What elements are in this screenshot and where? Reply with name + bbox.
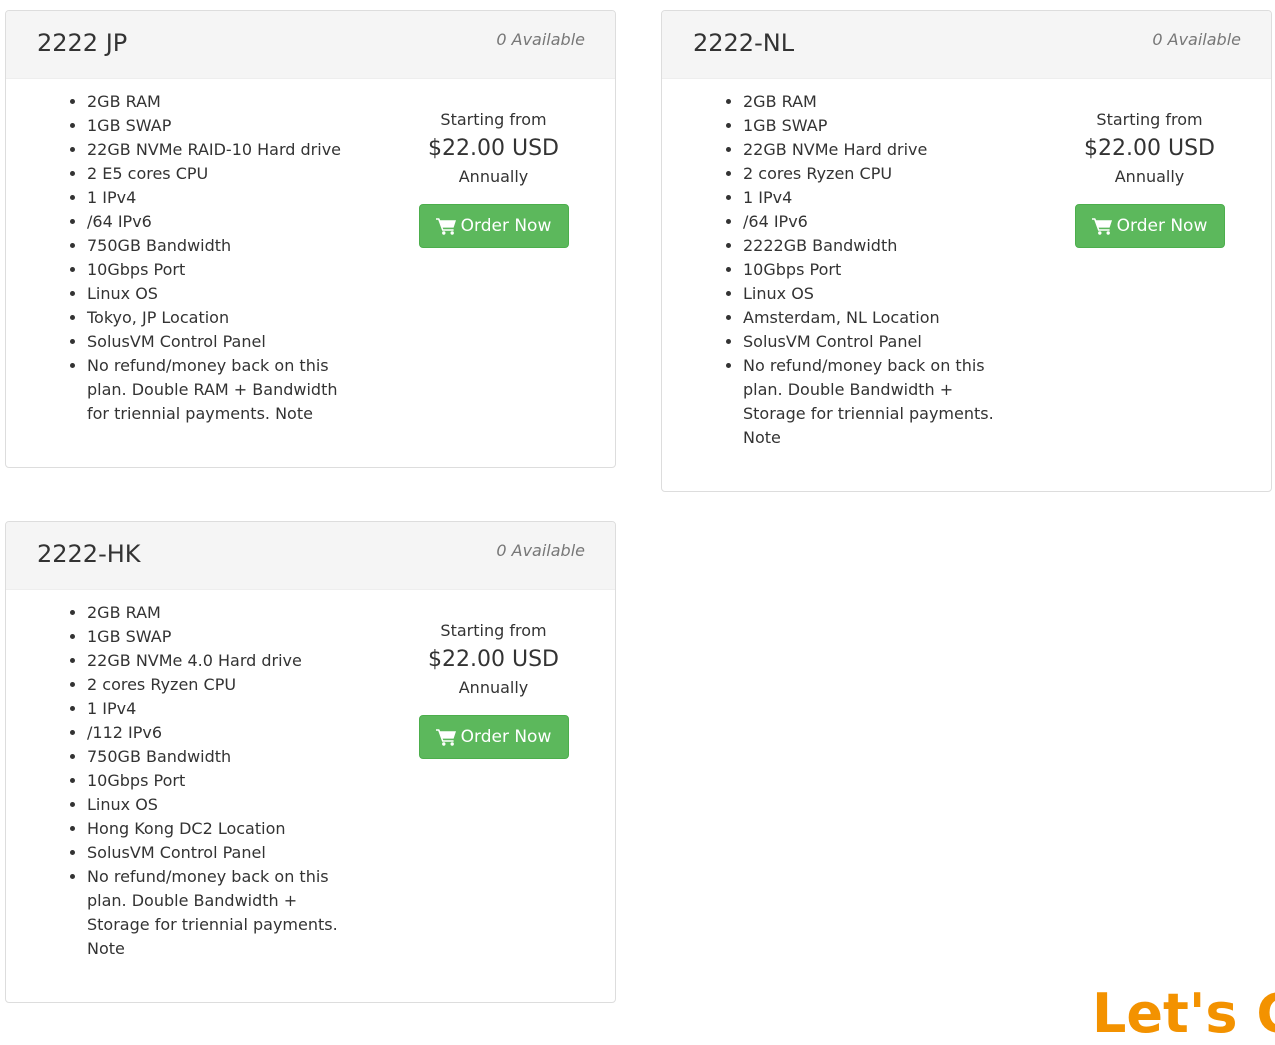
feature-item: 2 E5 cores CPU <box>87 162 346 186</box>
product-card-2222-hk: 2222-HK 0 Available 2GB RAM 1GB SWAP 22G… <box>5 521 616 1003</box>
price-prefix: Starting from <box>1096 110 1203 129</box>
feature-item: Hong Kong DC2 Location <box>87 817 346 841</box>
feature-item: 2 cores Ryzen CPU <box>743 162 1002 186</box>
feature-item: 2GB RAM <box>743 90 1002 114</box>
price-prefix: Starting from <box>440 621 547 640</box>
feature-item: 2 cores Ryzen CPU <box>87 673 346 697</box>
price-amount: $22.00 USD <box>1084 136 1215 161</box>
product-card-header: 2222-HK 0 Available <box>6 522 615 590</box>
order-now-label: Order Now <box>1116 216 1208 236</box>
product-title: 2222-HK <box>37 540 141 568</box>
feature-item: 1GB SWAP <box>87 114 346 138</box>
feature-item: No refund/money back on this plan. Doubl… <box>87 354 346 426</box>
order-now-button[interactable]: Order Now <box>418 715 569 759</box>
billing-cycle: Annually <box>458 678 529 697</box>
feature-item: 22GB NVMe 4.0 Hard drive <box>87 649 346 673</box>
availability-badge: 0 Available <box>496 30 585 49</box>
billing-cycle: Annually <box>1114 167 1185 186</box>
feature-item: SolusVM Control Panel <box>87 330 346 354</box>
feature-item: SolusVM Control Panel <box>743 330 1002 354</box>
feature-list: 2GB RAM 1GB SWAP 22GB NVMe Hard drive 2 … <box>702 90 1002 450</box>
feature-item: Tokyo, JP Location <box>87 306 346 330</box>
product-title: 2222 JP <box>37 29 128 57</box>
feature-item: 1 IPv4 <box>87 186 346 210</box>
order-now-button[interactable]: Order Now <box>418 204 569 248</box>
billing-cycle: Annually <box>458 167 529 186</box>
price-prefix: Starting from <box>440 110 547 129</box>
footer-logo: Let's Cl <box>1092 982 1275 1045</box>
feature-item: 1 IPv4 <box>87 697 346 721</box>
feature-item: 2GB RAM <box>87 90 346 114</box>
feature-item: 1GB SWAP <box>743 114 1002 138</box>
availability-badge: 0 Available <box>496 541 585 560</box>
shopping-cart-icon <box>1091 218 1112 235</box>
shopping-cart-icon <box>435 729 456 746</box>
feature-item: /64 IPv6 <box>87 210 346 234</box>
feature-list: 2GB RAM 1GB SWAP 22GB NVMe RAID-10 Hard … <box>46 90 346 426</box>
feature-item: 10Gbps Port <box>743 258 1002 282</box>
feature-item: 1GB SWAP <box>87 625 346 649</box>
product-card-2222-nl: 2222-NL 0 Available 2GB RAM 1GB SWAP 22G… <box>661 10 1272 492</box>
order-now-label: Order Now <box>460 727 552 747</box>
feature-item: Linux OS <box>87 282 346 306</box>
feature-item: 10Gbps Port <box>87 258 346 282</box>
feature-item: 1 IPv4 <box>743 186 1002 210</box>
order-now-button[interactable]: Order Now <box>1074 204 1225 248</box>
price-amount: $22.00 USD <box>428 136 559 161</box>
feature-item: SolusVM Control Panel <box>87 841 346 865</box>
price-amount: $22.00 USD <box>428 647 559 672</box>
product-card-2222-jp: 2222 JP 0 Available 2GB RAM 1GB SWAP 22G… <box>5 10 616 468</box>
feature-item: Amsterdam, NL Location <box>743 306 1002 330</box>
feature-item: 22GB NVMe RAID-10 Hard drive <box>87 138 346 162</box>
product-card-header: 2222-NL 0 Available <box>662 11 1271 79</box>
order-now-label: Order Now <box>460 216 552 236</box>
product-card-header: 2222 JP 0 Available <box>6 11 615 79</box>
feature-item: 10Gbps Port <box>87 769 346 793</box>
feature-list: 2GB RAM 1GB SWAP 22GB NVMe 4.0 Hard driv… <box>46 601 346 961</box>
feature-item: 750GB Bandwidth <box>87 745 346 769</box>
feature-item: No refund/money back on this plan. Doubl… <box>87 865 346 961</box>
pricing-block: Starting from $22.00 USD Annually Order … <box>1054 108 1245 248</box>
feature-item: 2GB RAM <box>87 601 346 625</box>
feature-item: No refund/money back on this plan. Doubl… <box>743 354 1002 450</box>
pricing-block: Starting from $22.00 USD Annually Order … <box>398 619 589 759</box>
feature-item: 2222GB Bandwidth <box>743 234 1002 258</box>
feature-item: 22GB NVMe Hard drive <box>743 138 1002 162</box>
feature-item: /112 IPv6 <box>87 721 346 745</box>
feature-item: Linux OS <box>743 282 1002 306</box>
feature-item: Linux OS <box>87 793 346 817</box>
pricing-block: Starting from $22.00 USD Annually Order … <box>398 108 589 248</box>
feature-item: 750GB Bandwidth <box>87 234 346 258</box>
availability-badge: 0 Available <box>1152 30 1241 49</box>
feature-item: /64 IPv6 <box>743 210 1002 234</box>
product-title: 2222-NL <box>693 29 795 57</box>
shopping-cart-icon <box>435 218 456 235</box>
